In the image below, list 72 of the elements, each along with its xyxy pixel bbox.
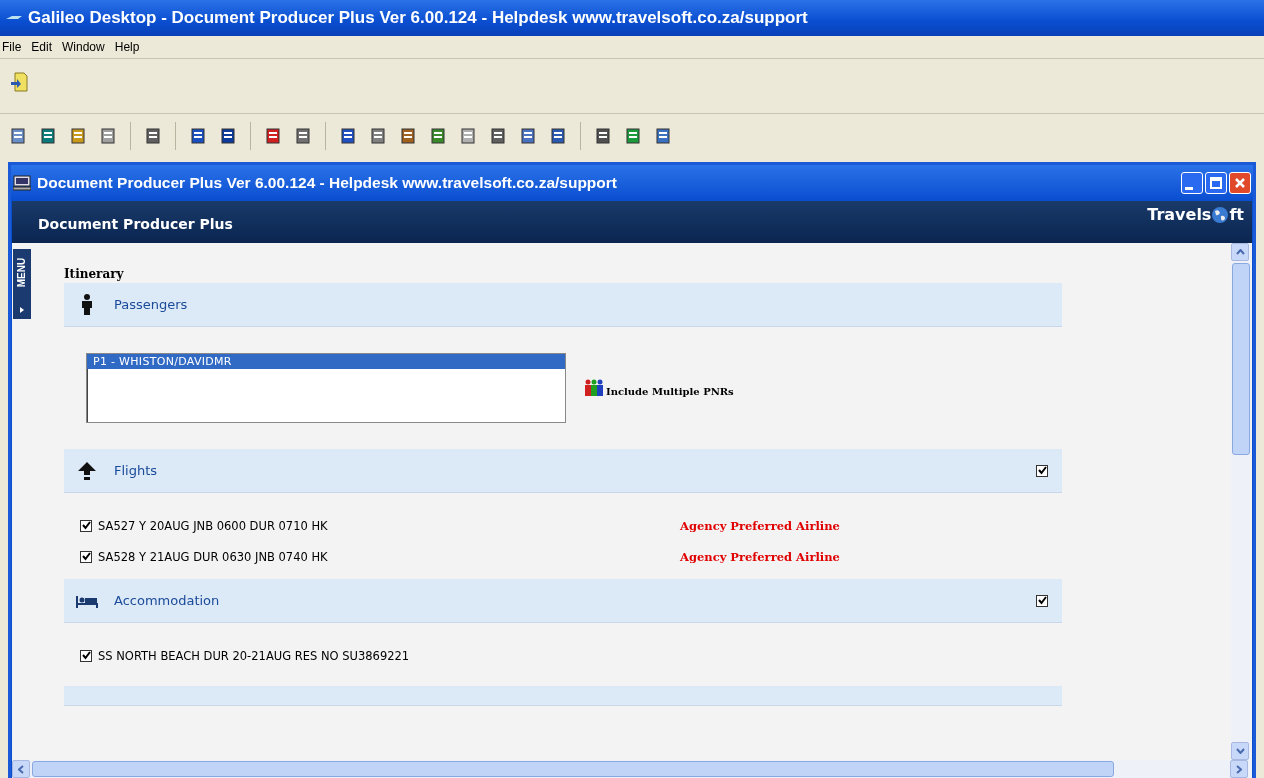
scroll-left-button[interactable] [12,760,30,778]
chevron-right-icon [1236,764,1242,774]
globe-icon [1211,205,1230,224]
list-item[interactable]: P1 - WHISTON/DAVIDMR [87,354,565,369]
section-header[interactable]: Flights [64,449,1062,493]
checkbox[interactable] [80,519,92,532]
maximize-icon [1210,177,1222,189]
item-text: SA527 Y 20AUG JNB 0600 DUR 0710 HK [98,518,329,533]
maximize-button[interactable] [1205,172,1227,194]
toolbar-icon[interactable] [655,128,671,144]
chevron-up-icon [1235,249,1245,255]
toolbar-icon[interactable] [100,128,116,144]
horizontal-scrollbar[interactable] [12,760,1252,778]
toolbar-icon[interactable] [70,128,86,144]
scroll-right-button[interactable] [1230,760,1248,778]
checkbox[interactable] [1036,464,1048,477]
toolbar-icon[interactable] [550,128,566,144]
people-icon[interactable] [584,379,604,397]
toolbar-icon[interactable] [40,128,56,144]
toolbar-icon[interactable] [625,128,641,144]
section-header[interactable]: Accommodation [64,579,1062,623]
app-title: Document Producer Plus [38,216,233,232]
toolbar-icon[interactable] [190,128,206,144]
scroll-up-button[interactable] [1231,243,1249,261]
item-text: SS NORTH BEACH DUR 20-21AUG RES NO SU3869221 [98,648,411,663]
scroll-down-button[interactable] [1231,742,1249,760]
include-pnrs-link[interactable]: Include Multiple PNRs [606,385,734,397]
toolbar-icon[interactable] [265,128,281,144]
up-arrow-icon [76,459,98,482]
close-button[interactable] [1229,172,1251,194]
checkbox[interactable] [80,649,92,662]
window-title: Galileo Desktop - Document Producer Plus Ver 6.00.124 - Helpdesk www.travelsoft.co.za/support [28,8,808,28]
airline-note: Agency Preferred Airline [680,549,840,564]
chevron-down-icon [1235,748,1245,754]
airline-note: Agency Preferred Airline [680,518,840,533]
toolbar-icon[interactable] [595,128,611,144]
chevron-left-icon [18,764,24,774]
toolbar-icon[interactable] [520,128,536,144]
scroll-thumb[interactable] [1232,263,1250,455]
section-heading: Itinerary [64,267,125,283]
toolbar-icon[interactable] [490,128,506,144]
section-title: Accommodation [114,593,220,608]
minimize-button[interactable] [1181,172,1203,194]
minimize-icon [1185,186,1193,190]
logo-text: Travels [1147,205,1212,224]
logo-text: ft [1229,205,1244,224]
toolbar-icon[interactable] [10,128,26,144]
toolbar-icon[interactable] [295,128,311,144]
child-window-title: Document Producer Plus Ver 6.00.124 - Helpdesk www.travelsoft.co.za/support [37,174,617,192]
passenger-list[interactable]: P1 - WHISTON/DAVIDMR [86,353,566,423]
toolbar-icon[interactable] [340,128,356,144]
menu-item[interactable]: File [2,40,22,54]
vertical-scrollbar[interactable] [1231,243,1251,760]
document-arrow-icon[interactable] [10,72,28,92]
menu-item[interactable]: Edit [31,40,53,54]
section-title: Passengers [114,297,188,312]
close-icon [1234,177,1246,189]
menu-tab[interactable]: MENU [13,249,31,319]
item-text: SA528 Y 21AUG DUR 0630 JNB 0740 HK [98,549,329,564]
toolbar-icon[interactable] [400,128,416,144]
toolbar-icon[interactable] [145,128,161,144]
menu-item[interactable]: Window [62,40,105,54]
computer-icon [13,175,31,191]
checkbox[interactable] [80,550,92,563]
checkbox[interactable] [1036,594,1048,607]
menu-item[interactable]: Help [114,40,140,54]
scroll-thumb[interactable] [32,761,1114,777]
toolbar-icon[interactable] [220,128,236,144]
toolbar-icon[interactable] [430,128,446,144]
toolbar-icon[interactable] [370,128,386,144]
section-header[interactable]: Passengers [64,283,1062,327]
section-title: Flights [114,463,158,478]
